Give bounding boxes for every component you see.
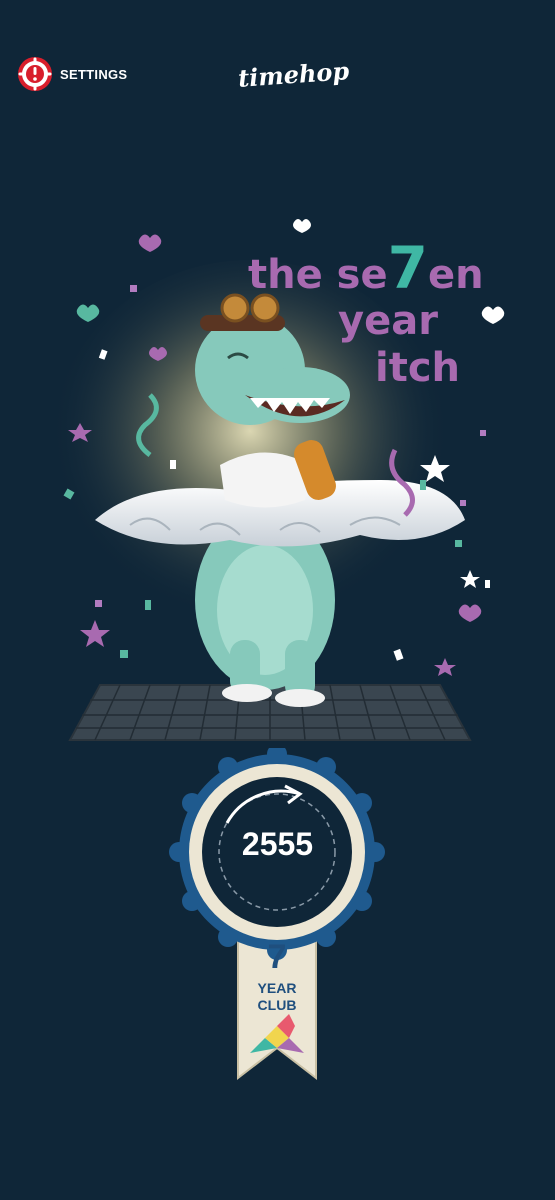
title-line1-b: en (427, 252, 484, 298)
club-word-club: CLUB (257, 997, 297, 1013)
seven-year-itch-illustration: the se7en year itch (0, 180, 555, 760)
timehop-day-count: 2555 (241, 826, 314, 862)
timehop-logo: timehop (237, 56, 350, 93)
title-line-3: itch (375, 345, 461, 391)
title-line-2: year (338, 298, 438, 344)
badge-graphic (169, 744, 385, 1081)
settings-label: SETTINGS (60, 66, 128, 82)
seven-year-club-badge (0, 744, 555, 1088)
settings-button[interactable]: SETTINGS (18, 56, 127, 92)
title-line1-a: the se (248, 252, 388, 298)
club-number: 7 (267, 938, 287, 976)
title-line-1: the se7en (248, 239, 484, 298)
top-bar: SETTINGS timehop (0, 0, 555, 140)
alert-gear-icon (18, 57, 52, 91)
title-digit: 7 (387, 234, 428, 302)
club-word-year: YEAR (257, 980, 297, 996)
